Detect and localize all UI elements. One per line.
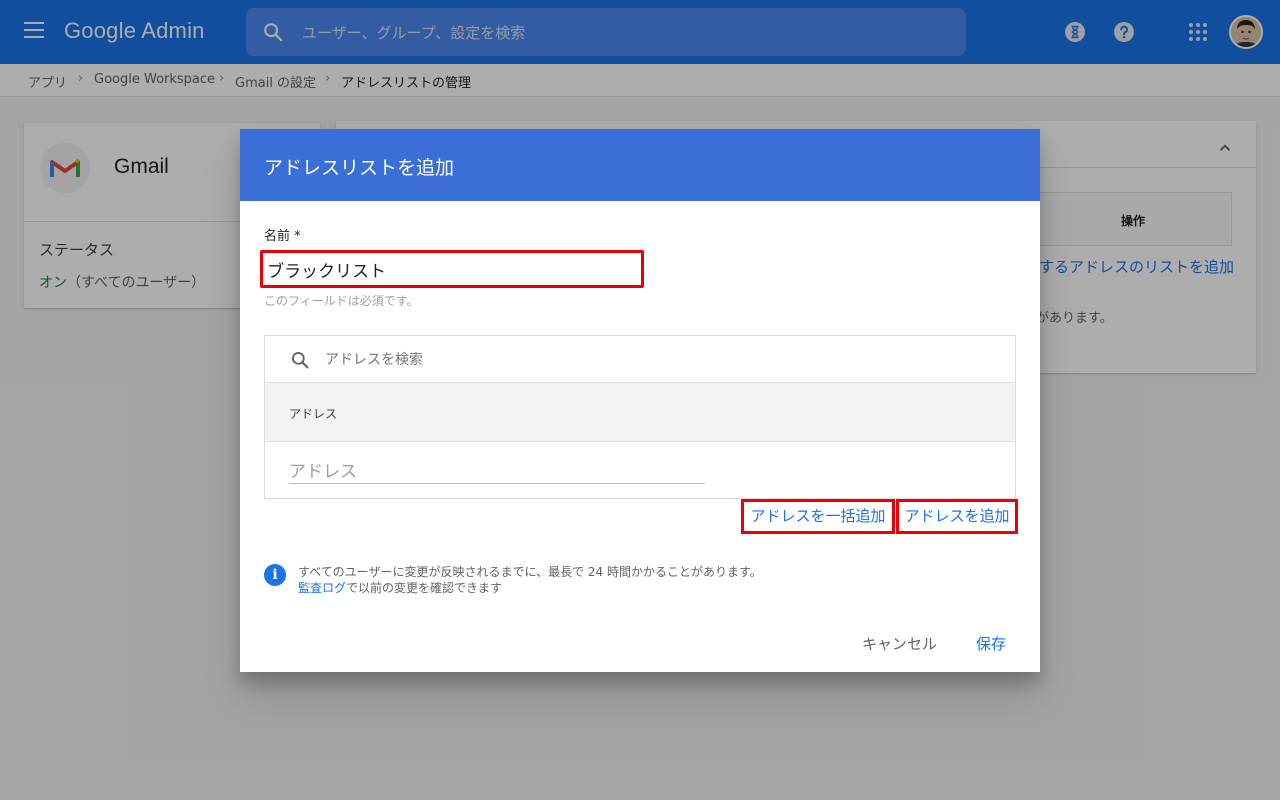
info-icon: i xyxy=(264,564,286,586)
cancel-button[interactable]: キャンセル xyxy=(862,633,937,654)
address-column-label: アドレス xyxy=(289,407,338,421)
search-icon xyxy=(292,352,309,369)
address-input[interactable] xyxy=(289,460,705,484)
address-search-input[interactable] xyxy=(325,349,925,371)
info-message-2: 監査ログで以前の変更を確認できます xyxy=(298,579,502,596)
name-field[interactable] xyxy=(260,250,644,288)
audit-log-link[interactable]: 監査ログ xyxy=(298,581,346,595)
name-label: 名前 * xyxy=(264,229,301,244)
bulk-add-addresses-button[interactable]: アドレスを一括追加 xyxy=(741,499,895,534)
add-address-button[interactable]: アドレスを追加 xyxy=(896,499,1018,534)
add-address-list-dialog: アドレスリストを追加 名前 * このフィールドは必須です。 アドレス アドレスを… xyxy=(240,129,1040,672)
info-message: すべてのユーザーに変更が反映されるまでに、最長で 24 時間かかることがあります… xyxy=(298,565,762,579)
address-search-bar[interactable] xyxy=(265,336,1015,383)
info-message-rest: で以前の変更を確認できます xyxy=(346,581,503,595)
dialog-header: アドレスリストを追加 xyxy=(240,129,1040,201)
dialog-title: アドレスリストを追加 xyxy=(264,157,455,179)
address-table: アドレス xyxy=(264,335,1016,499)
address-column-header: アドレス xyxy=(265,383,1015,442)
save-button[interactable]: 保存 xyxy=(976,633,1006,654)
required-hint: このフィールドは必須です。 xyxy=(264,294,419,308)
